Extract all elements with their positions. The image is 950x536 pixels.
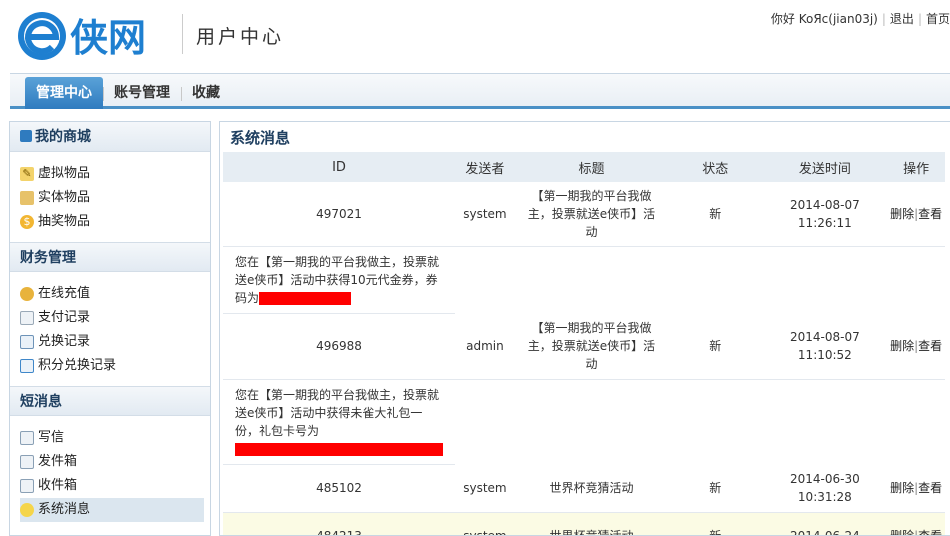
message-actions: 删除|查看 [887, 464, 945, 513]
sidebar: 我的商城 ✎ 虚拟物品 实体物品 $ 抽奖物品 财务管理 在线充值 支付记录 兑换记… [9, 121, 211, 536]
home-link[interactable]: 首页 [926, 12, 950, 26]
tab-favorites[interactable]: 收藏 [181, 77, 231, 109]
table-row[interactable]: 484213 system 世界杯竞猜活动 新 2014-06-24 删除|查看 [223, 512, 945, 535]
table-row[interactable]: 496988 admin 【第一期我的平台我做主，投票就送e侠币】活动 新 20… [223, 313, 945, 380]
message-sender: system [455, 182, 515, 247]
message-content-row: 您在【第一期我的平台我做主，投票就送e侠币】活动中获得10元代金券，券码为 [223, 246, 945, 314]
mall-icon [20, 130, 32, 142]
message-id: 484213 [223, 512, 455, 535]
message-sender: admin [455, 313, 515, 380]
view-link[interactable]: 查看 [918, 481, 942, 495]
message-time: 2014-06-24 [762, 512, 888, 535]
edit-icon: ✎ [20, 167, 34, 181]
col-sender: 发送者 [455, 152, 515, 182]
delete-link[interactable]: 删除 [890, 207, 914, 221]
redacted-code [259, 291, 352, 305]
col-actions: 操作 [887, 152, 945, 182]
sidebar-item-payment-records[interactable]: 支付记录 [20, 306, 210, 330]
view-link[interactable]: 查看 [918, 339, 942, 353]
sidebar-item-system-messages[interactable]: 系统消息 [20, 498, 204, 522]
tab-management-center[interactable]: 管理中心 [25, 77, 103, 109]
sidebar-item-inbox[interactable]: 收件箱 [20, 474, 210, 498]
redacted-code [235, 442, 443, 456]
col-id: ID [223, 152, 455, 182]
delete-link[interactable]: 删除 [890, 529, 914, 535]
delete-link[interactable]: 删除 [890, 339, 914, 353]
message-sender: system [455, 512, 515, 535]
sidebar-section-short-messages: 短消息 [10, 386, 210, 416]
outbox-icon [20, 455, 34, 469]
message-status: 新 [668, 313, 763, 380]
site-logo[interactable]: 侠网 [14, 6, 164, 62]
message-subject[interactable]: 【第一期我的平台我做主，投票就送e侠币】活动 [514, 313, 669, 380]
sidebar-item-lottery-goods[interactable]: $ 抽奖物品 [20, 210, 210, 234]
col-time: 发送时间 [762, 152, 888, 182]
box-icon [20, 191, 34, 205]
message-id: 485102 [223, 464, 455, 513]
main-nav: 管理中心 账号管理 收藏 [10, 73, 950, 109]
header-divider [182, 14, 183, 54]
coins-icon [20, 287, 34, 301]
sidebar-item-compose[interactable]: 写信 [20, 426, 210, 450]
message-actions: 删除|查看 [887, 313, 945, 380]
sidebar-item-online-recharge[interactable]: 在线充值 [20, 282, 210, 306]
document-icon [20, 311, 34, 325]
coin-icon: $ [20, 215, 34, 229]
sidebar-section-finance: 财务管理 [10, 242, 210, 272]
message-time: 2014-06-30 10:31:28 [762, 464, 888, 513]
message-sender: system [455, 464, 515, 513]
message-content: 您在【第一期我的平台我做主，投票就送e侠币】活动中获得未雀大礼包一份，礼包卡号为 [223, 379, 455, 465]
message-actions: 删除|查看 [887, 512, 945, 535]
main-panel: 系统消息 ID 发送者 标题 状态 发送时间 操作 497021 system … [219, 121, 950, 536]
message-actions: 删除|查看 [887, 182, 945, 247]
message-content-row: 您在【第一期我的平台我做主，投票就送e侠币】活动中获得未雀大礼包一份，礼包卡号为 [223, 379, 945, 465]
table-header-row: ID 发送者 标题 状态 发送时间 操作 [223, 152, 945, 182]
tab-account-management[interactable]: 账号管理 [103, 77, 181, 109]
header: 侠网 用户中心 你好 KoЯc(jian03j) | 退出 | 首页 [0, 0, 950, 72]
mail-icon [20, 335, 34, 349]
message-subject[interactable]: 【第一期我的平台我做主，投票就送e侠币】活动 [514, 182, 669, 247]
delete-link[interactable]: 删除 [890, 481, 914, 495]
message-subject[interactable]: 世界杯竞猜活动 [514, 464, 669, 513]
compose-icon [20, 431, 34, 445]
user-bar: 你好 KoЯc(jian03j) | 退出 | 首页 [770, 12, 950, 26]
greeting: 你好 KoЯc(jian03j) [770, 12, 878, 26]
col-status: 状态 [668, 152, 763, 182]
message-status: 新 [668, 512, 763, 535]
bulb-icon [20, 503, 34, 517]
table-row[interactable]: 485102 system 世界杯竞猜活动 新 2014-06-30 10:31… [223, 464, 945, 513]
message-id: 497021 [223, 182, 455, 247]
message-time: 2014-08-07 11:10:52 [762, 313, 888, 380]
sidebar-item-exchange-records[interactable]: 兑换记录 [20, 330, 210, 354]
message-time: 2014-08-07 11:26:11 [762, 182, 888, 247]
message-subject[interactable]: 世界杯竞猜活动 [514, 512, 669, 535]
mail-arrow-icon [20, 359, 34, 373]
message-status: 新 [668, 182, 763, 247]
view-link[interactable]: 查看 [918, 529, 942, 535]
svg-text:侠网: 侠网 [70, 16, 146, 60]
sidebar-section-my-mall: 我的商城 [10, 122, 210, 152]
sidebar-item-points-exchange-records[interactable]: 积分兑换记录 [20, 354, 210, 378]
view-link[interactable]: 查看 [918, 207, 942, 221]
logout-link[interactable]: 退出 [890, 12, 914, 26]
page-title: 用户中心 [196, 26, 285, 48]
message-id: 496988 [223, 313, 455, 380]
sidebar-item-virtual-goods[interactable]: ✎ 虚拟物品 [20, 162, 210, 186]
section-title: 系统消息 [230, 129, 291, 147]
sidebar-item-physical-goods[interactable]: 实体物品 [20, 186, 210, 210]
messages-table: ID 发送者 标题 状态 发送时间 操作 497021 system 【第一期我… [223, 152, 945, 535]
col-subject: 标题 [514, 152, 669, 182]
sidebar-item-outbox[interactable]: 发件箱 [20, 450, 210, 474]
message-content: 您在【第一期我的平台我做主，投票就送e侠币】活动中获得10元代金券，券码为 [223, 246, 455, 314]
message-status: 新 [668, 464, 763, 513]
inbox-icon [20, 479, 34, 493]
table-row[interactable]: 497021 system 【第一期我的平台我做主，投票就送e侠币】活动 新 2… [223, 182, 945, 247]
